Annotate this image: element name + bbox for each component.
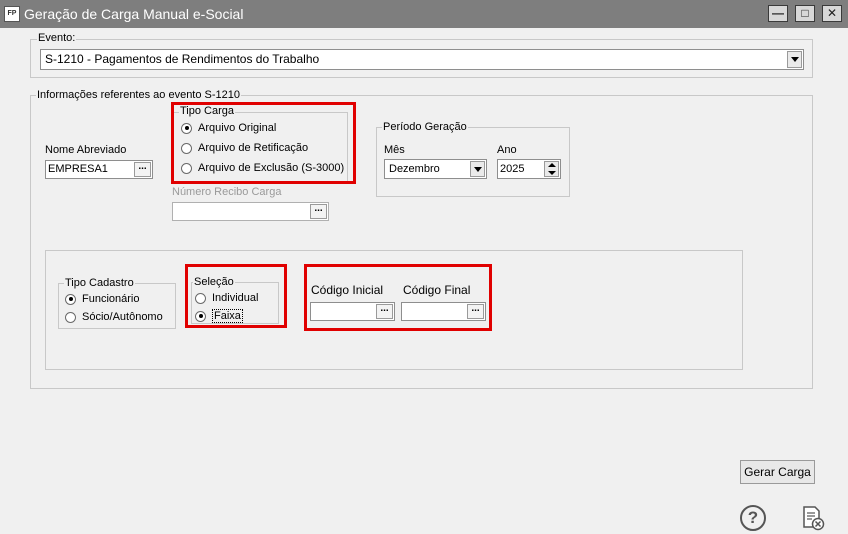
close-icon: ✕ bbox=[826, 6, 838, 20]
numero-recibo-field[interactable]: ... bbox=[172, 202, 329, 221]
mes-value: Dezembro bbox=[389, 163, 440, 175]
radio-label: Sócio/Autônomo bbox=[82, 311, 163, 323]
nome-abreviado-lookup-button[interactable]: ... bbox=[134, 162, 151, 177]
maximize-button[interactable]: □ bbox=[795, 5, 815, 22]
numero-recibo-lookup-button[interactable]: ... bbox=[310, 204, 327, 219]
info-label: Informações referentes ao evento S-1210 bbox=[36, 89, 242, 101]
chevron-down-icon[interactable] bbox=[470, 161, 485, 177]
close-button[interactable]: ✕ bbox=[822, 5, 842, 22]
gerar-carga-button[interactable]: Gerar Carga bbox=[740, 460, 815, 484]
nome-abreviado-value: EMPRESA1 bbox=[48, 163, 108, 175]
periodo-label: Período Geração bbox=[382, 121, 468, 133]
evento-value: S-1210 - Pagamentos de Rendimentos do Tr… bbox=[45, 52, 320, 66]
ano-spinner[interactable]: 2025 bbox=[497, 159, 561, 179]
report-close-icon[interactable] bbox=[801, 505, 825, 531]
minimize-icon: — bbox=[772, 6, 784, 20]
window-title: Geração de Carga Manual e-Social bbox=[24, 6, 244, 22]
numero-recibo-label: Número Recibo Carga bbox=[172, 186, 282, 198]
help-icon[interactable]: ? bbox=[740, 505, 766, 531]
chevron-down-icon[interactable] bbox=[787, 51, 802, 68]
title-bar: FP Geração de Carga Manual e-Social — □ … bbox=[0, 0, 848, 28]
selecao-highlight bbox=[185, 264, 287, 328]
radio-funcionario[interactable]: Funcionário bbox=[65, 293, 139, 305]
tipo-carga-highlight bbox=[171, 102, 356, 184]
spinner-arrows-icon[interactable] bbox=[544, 161, 559, 177]
evento-label: Evento: bbox=[37, 32, 77, 44]
minimize-button[interactable]: — bbox=[768, 5, 788, 22]
ano-value: 2025 bbox=[500, 163, 525, 175]
radio-socio-autonomo[interactable]: Sócio/Autônomo bbox=[65, 311, 163, 323]
nome-abreviado-field[interactable]: EMPRESA1 ... bbox=[45, 160, 153, 179]
mes-label: Mês bbox=[384, 144, 405, 156]
maximize-icon: □ bbox=[801, 6, 809, 20]
ano-label: Ano bbox=[497, 144, 517, 156]
radio-unselected-icon bbox=[65, 311, 76, 323]
nome-abreviado-label: Nome Abreviado bbox=[45, 144, 127, 156]
codigo-highlight bbox=[304, 264, 492, 331]
radio-selected-icon bbox=[65, 293, 76, 305]
evento-select[interactable]: S-1210 - Pagamentos de Rendimentos do Tr… bbox=[40, 49, 804, 70]
radio-label: Funcionário bbox=[82, 293, 140, 305]
mes-select[interactable]: Dezembro bbox=[384, 159, 487, 179]
app-icon: FP bbox=[4, 6, 20, 22]
tipo-cadastro-label: Tipo Cadastro bbox=[64, 277, 135, 289]
